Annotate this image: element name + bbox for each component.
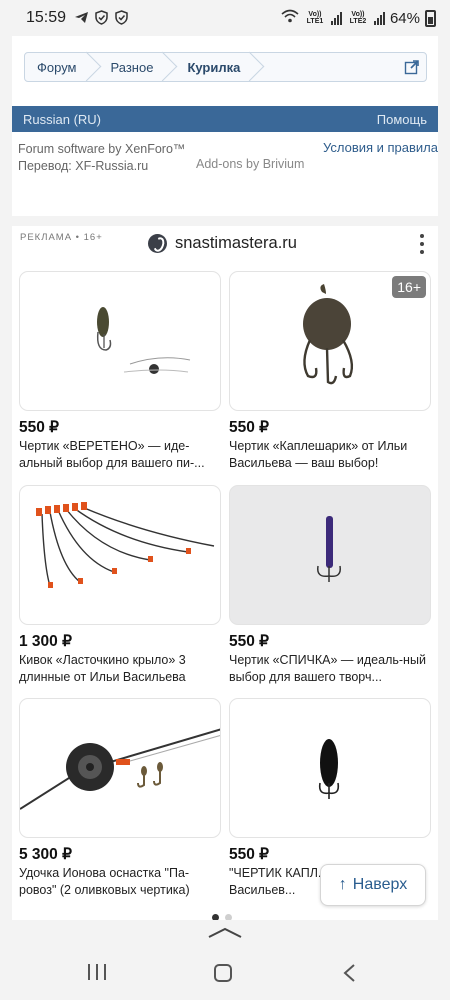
chevron-up-icon[interactable]	[207, 926, 243, 938]
product-price: 550 ₽	[229, 633, 270, 650]
telegram-icon	[74, 10, 89, 25]
scroll-to-top-button[interactable]: ↑ Наверх	[320, 864, 426, 906]
notification-icons	[74, 10, 129, 25]
battery-icon	[425, 9, 436, 27]
advertiser-logo-icon	[148, 234, 167, 253]
sim2-volte-label: Vo)) LTE2	[349, 11, 367, 25]
product-image	[229, 698, 431, 838]
ad-card[interactable]: 550 ₽ Чертик «СПИЧКА» — идеаль-ный выбор…	[229, 485, 431, 686]
product-title: Чертик «ВЕРЕТЕНО» — иде-альный выбор для…	[19, 439, 205, 470]
back-icon[interactable]	[342, 963, 356, 983]
forum-footer: Форум Разное Курилка Russian (RU) Помощь…	[12, 36, 438, 216]
help-link[interactable]: Помощь	[377, 112, 427, 127]
ad-label: РЕКЛАМА • 16+	[20, 232, 103, 243]
signal-2-icon	[373, 11, 385, 25]
language-bar: Russian (RU) Помощь	[12, 106, 438, 132]
wifi-icon	[281, 9, 299, 27]
breadcrumb-current[interactable]: Курилка	[175, 53, 262, 81]
ad-card[interactable]: 5 300 ₽ Удочка Ионова оснастка "Па-ровоз…	[19, 698, 221, 899]
ad-domain-text: snastimastera.ru	[175, 234, 297, 252]
product-title: Чертик «СПИЧКА» — идеаль-ный выбор для в…	[229, 653, 426, 684]
scroll-to-top-label: Наверх	[352, 876, 408, 893]
product-image	[19, 698, 221, 838]
product-price: 550 ₽	[229, 846, 270, 863]
product-price: 5 300 ₽	[19, 846, 72, 863]
ad-block: РЕКЛАМА • 16+ snastimastera.ru 550 ₽ Чер…	[12, 226, 438, 926]
system-indicators: Vo)) LTE1 Vo)) LTE2 64%	[281, 9, 436, 27]
product-image	[229, 485, 431, 625]
ad-card[interactable]: 16+ 550 ₽ Чертик «Каплешарик» от Ильи Ва…	[229, 271, 431, 472]
language-chooser[interactable]: Russian (RU)	[23, 112, 101, 127]
home-icon[interactable]	[214, 964, 232, 982]
ad-card[interactable]: 1 300 ₽ Кивок «Ласточкино крыло» 3 длинн…	[19, 485, 221, 686]
more-options-icon[interactable]	[420, 234, 424, 254]
sim1-volte-label: Vo)) LTE1	[306, 11, 324, 25]
product-price: 1 300 ₽	[19, 633, 72, 650]
system-navigation-bar	[0, 920, 450, 1000]
shield-check-icon	[94, 10, 109, 25]
jump-to-icon[interactable]	[404, 59, 420, 75]
translation-credit[interactable]: Перевод: XF-Russia.ru	[18, 159, 148, 173]
product-title: Удочка Ионова оснастка "Па-ровоз" (2 оли…	[19, 866, 190, 897]
product-image	[19, 485, 221, 625]
status-bar: 15:59 Vo)) LTE1 Vo)) LTE2 64%	[0, 0, 450, 36]
terms-link[interactable]: Условия и правила	[323, 140, 438, 155]
breadcrumb-misc[interactable]: Разное	[99, 53, 176, 81]
ad-card[interactable]: 550 ₽ Чертик «ВЕРЕТЕНО» — иде-альный выб…	[19, 271, 221, 472]
credits: Forum software by XenForo™ Условия и пра…	[18, 140, 438, 174]
recent-apps-icon[interactable]	[88, 964, 106, 980]
addons-credit[interactable]: Add-ons by Brivium	[196, 157, 304, 171]
product-price: 550 ₽	[229, 419, 270, 436]
product-price: 550 ₽	[19, 419, 60, 436]
product-image	[19, 271, 221, 411]
status-time: 15:59	[26, 9, 67, 26]
shield-check-icon-2	[114, 10, 129, 25]
battery-percent: 64%	[389, 9, 420, 27]
arrow-up-icon: ↑	[338, 876, 347, 893]
breadcrumb: Форум Разное Курилка	[24, 52, 427, 82]
signal-1-icon	[330, 11, 342, 25]
product-title: Кивок «Ласточкино крыло» 3 длинные от Ил…	[19, 653, 186, 684]
breadcrumb-forum[interactable]: Форум	[25, 53, 99, 81]
product-image: 16+	[229, 271, 431, 411]
software-credit[interactable]: Forum software by XenForo™	[18, 142, 185, 156]
age-badge: 16+	[392, 276, 426, 298]
ad-domain[interactable]: snastimastera.ru	[148, 234, 297, 253]
product-title: Чертик «Каплешарик» от Ильи Васильева — …	[229, 439, 408, 470]
